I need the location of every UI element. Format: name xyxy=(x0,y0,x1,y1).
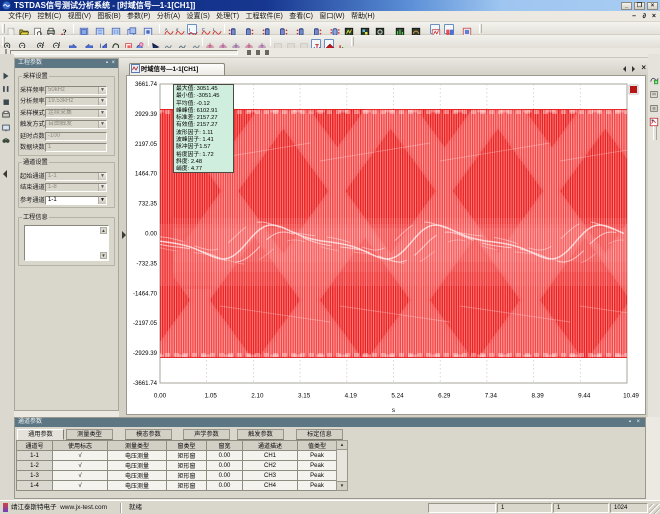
svg-text:6.29: 6.29 xyxy=(438,393,451,400)
svg-text:σ: σ xyxy=(176,27,179,32)
svg-text:2.10: 2.10 xyxy=(251,393,264,400)
svg-text:-2929.39: -2929.39 xyxy=(133,350,158,357)
svg-text:2197.05: 2197.05 xyxy=(135,141,158,148)
svg-text:7.34: 7.34 xyxy=(485,393,498,400)
svg-text:-1464.70: -1464.70 xyxy=(133,290,158,297)
svg-text:10.49: 10.49 xyxy=(623,393,639,400)
svg-text:s: s xyxy=(392,407,395,414)
svg-text:C: C xyxy=(202,27,205,32)
svg-text:5.24: 5.24 xyxy=(391,393,404,400)
svg-text:9.44: 9.44 xyxy=(578,393,591,400)
svg-text:2929.39: 2929.39 xyxy=(135,111,158,118)
svg-text:1464.70: 1464.70 xyxy=(135,171,158,178)
svg-text:8.39: 8.39 xyxy=(531,393,544,400)
svg-text:-732.35: -732.35 xyxy=(136,260,157,267)
svg-text:4.19: 4.19 xyxy=(345,393,358,400)
svg-text:-3661.74: -3661.74 xyxy=(133,380,158,387)
svg-text:0.00: 0.00 xyxy=(145,231,157,238)
svg-text:732.35: 732.35 xyxy=(138,201,157,208)
svg-text:3661.74: 3661.74 xyxy=(135,81,158,88)
svg-text:1.05: 1.05 xyxy=(205,393,218,400)
svg-text:A: A xyxy=(165,27,168,32)
svg-text:3.15: 3.15 xyxy=(298,393,311,400)
svg-text:0.00: 0.00 xyxy=(154,393,167,400)
svg-text:-2197.05: -2197.05 xyxy=(133,320,158,327)
